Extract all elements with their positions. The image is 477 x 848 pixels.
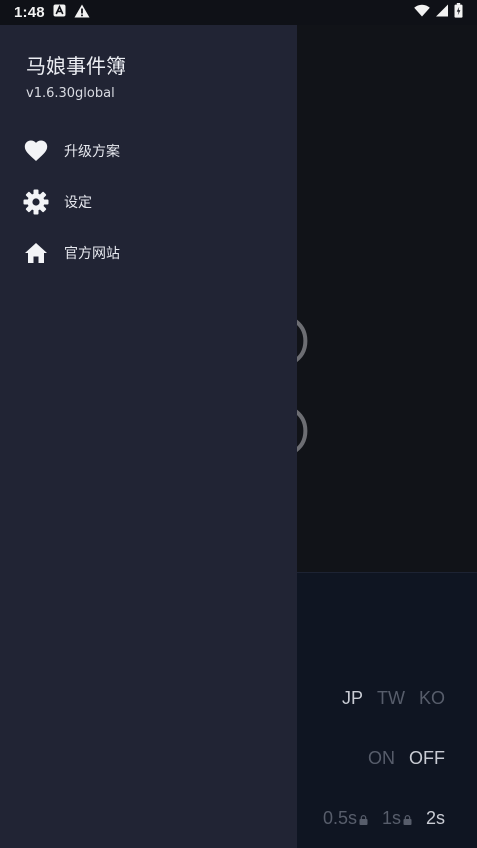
status-bar: 1:48 [0, 0, 477, 25]
home-icon [22, 239, 50, 267]
status-right [414, 3, 463, 22]
language-options: JP TW KO [342, 688, 445, 709]
status-left: 1:48 [14, 4, 90, 22]
speed-option-2s[interactable]: 2s [426, 808, 445, 829]
heart-icon [22, 137, 50, 165]
navigation-drawer: 马娘事件簿 v1.6.30global 升级方案 设定 官方网站 [0, 25, 297, 848]
speed-options: 0.5s 1s 2s [323, 808, 445, 829]
drawer-menu: 升级方案 设定 官方网站 [0, 125, 297, 278]
signal-icon [435, 4, 449, 21]
lang-option-tw[interactable]: TW [377, 688, 405, 709]
toggle-options: ON OFF [368, 748, 445, 769]
speed-option-1s[interactable]: 1s [382, 808, 412, 829]
battery-icon [454, 3, 463, 22]
lang-option-ko[interactable]: KO [419, 688, 445, 709]
status-time: 1:48 [14, 4, 45, 21]
warning-icon [74, 4, 90, 22]
app-title: 马娘事件簿 [26, 54, 126, 78]
speed-option-label: 0.5s [322, 808, 357, 828]
gear-icon [22, 188, 50, 216]
toggle-option-off[interactable]: OFF [409, 748, 445, 769]
app-screen: 1:48 JP TW KO ON OFF 0.5s 1s 2s 马娘事件簿 v1… [0, 0, 477, 848]
menu-item-label: 升级方案 [64, 143, 120, 160]
speed-option-0-5s[interactable]: 0.5s [323, 808, 368, 829]
wifi-icon [414, 4, 430, 21]
menu-item-upgrade[interactable]: 升级方案 [0, 125, 297, 176]
speed-option-label: 1s [381, 808, 401, 828]
menu-item-label: 官方网站 [64, 245, 120, 262]
menu-item-label: 设定 [64, 194, 92, 211]
toggle-option-on[interactable]: ON [368, 748, 395, 769]
lock-icon [403, 815, 412, 825]
menu-item-settings[interactable]: 设定 [0, 176, 297, 227]
menu-item-official-site[interactable]: 官方网站 [0, 227, 297, 278]
a-notification-icon [53, 4, 66, 21]
app-version: v1.6.30global [26, 86, 115, 101]
drawer-header: 马娘事件簿 v1.6.30global [0, 25, 297, 125]
lang-option-jp[interactable]: JP [342, 688, 363, 709]
lock-icon [359, 815, 368, 825]
